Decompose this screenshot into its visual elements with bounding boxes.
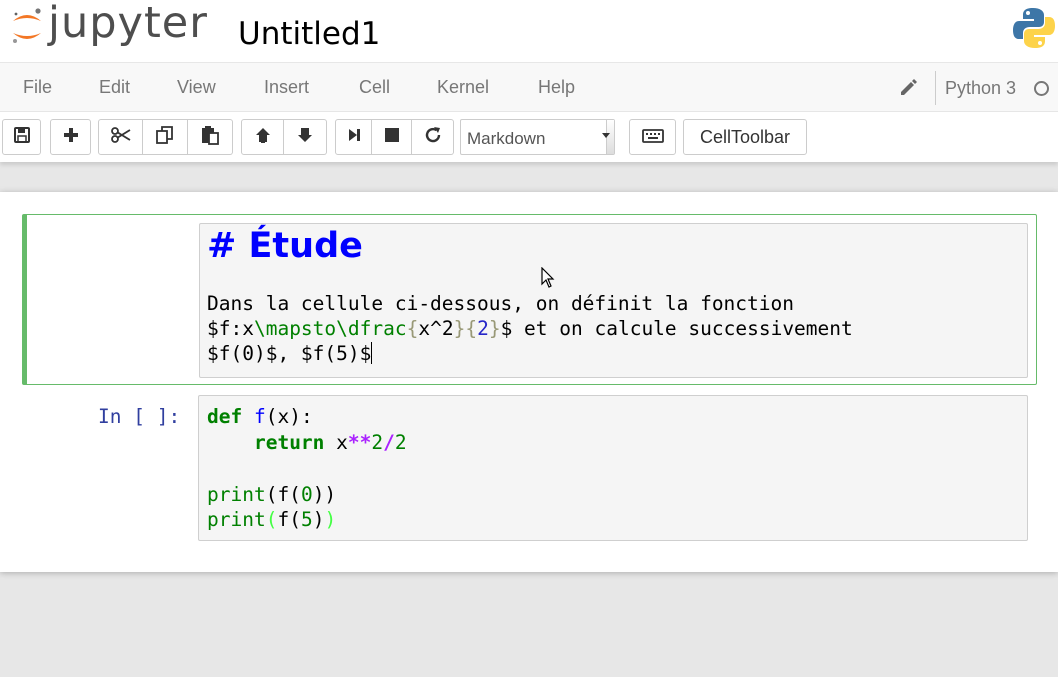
notebook-title[interactable]: Untitled1: [238, 16, 380, 52]
jupyter-logo-icon: [10, 5, 44, 49]
arrow-up-icon: [254, 126, 272, 149]
heading-text: Étude: [248, 226, 363, 266]
cell-type-value: Markdown: [467, 129, 546, 148]
header: jupyter Untitled1: [0, 0, 1058, 62]
code-line-1: def f(x):: [207, 405, 313, 428]
code-line-5: print(f(5)): [207, 508, 336, 531]
run-cell-button[interactable]: [335, 119, 372, 155]
menu-insert[interactable]: Insert: [264, 77, 309, 98]
copy-icon: [155, 125, 175, 150]
command-palette-button[interactable]: [629, 119, 676, 155]
toolbar: Markdown CellToolbar: [0, 112, 1058, 162]
kernel-name: Python 3: [945, 78, 1017, 98]
arrow-down-icon: [296, 126, 314, 149]
operator: /: [383, 431, 395, 454]
menu-view[interactable]: View: [177, 77, 216, 98]
menu-edit[interactable]: Edit: [99, 77, 130, 98]
mouse-pointer-icon: [541, 266, 555, 289]
code-text: )): [312, 483, 337, 506]
number: 5: [300, 508, 313, 531]
code-line-4: print(f(0)): [207, 483, 336, 506]
latex-number: 2: [477, 317, 489, 340]
save-icon: [13, 126, 31, 149]
menu-file[interactable]: File: [23, 77, 52, 98]
md-text: $f:x: [207, 317, 254, 340]
text-cursor: [371, 342, 373, 364]
paste-icon: [200, 125, 220, 150]
menu-cell[interactable]: Cell: [359, 77, 390, 98]
input-prompt: In [ ]:: [98, 405, 181, 428]
pencil-icon[interactable]: [898, 77, 918, 97]
notebook-container: # Étude Dans la cellule ci-dessous, on d…: [0, 192, 1058, 572]
code-line-2: return x**2/2: [207, 431, 407, 454]
insert-cell-button[interactable]: [50, 119, 91, 155]
markdown-text-line-1: Dans la cellule ci-dessous, on définit l…: [207, 292, 794, 315]
restart-kernel-button[interactable]: [412, 119, 454, 155]
caret-down-icon: [602, 133, 610, 138]
code-text: f(: [277, 508, 301, 531]
latex-brace: {: [406, 317, 419, 340]
number: 2: [394, 431, 407, 454]
logo-text: jupyter: [48, 0, 208, 48]
number: 2: [371, 431, 384, 454]
operator: **: [347, 431, 372, 454]
builtin: print: [207, 508, 266, 531]
matched-bracket: (: [265, 508, 278, 531]
menubar: File Edit View Insert Cell Kernel Help P…: [0, 62, 1058, 112]
refresh-icon: [424, 126, 442, 149]
step-forward-icon: [346, 127, 362, 148]
divider: [935, 71, 936, 105]
number: 0: [300, 483, 313, 506]
code-text: ): [312, 508, 325, 531]
markdown-heading-line: # Étude: [207, 226, 363, 266]
markdown-text-line-2: $f:x\mapsto\dfrac{x^2}{2}$ et on calcule…: [207, 317, 853, 340]
cut-button[interactable]: [98, 119, 143, 155]
cell-type-select[interactable]: Markdown: [460, 119, 615, 155]
md-text: $ et on calcule successivement: [500, 317, 853, 340]
heading-prefix: #: [207, 226, 249, 266]
latex-brace: }: [488, 317, 501, 340]
jupyter-logo[interactable]: jupyter: [10, 1, 208, 49]
code-text: (f(: [265, 483, 301, 506]
latex-brace: }{: [453, 317, 478, 340]
keyword: def: [207, 405, 243, 428]
interrupt-kernel-button[interactable]: [372, 119, 412, 155]
celltoolbar-button[interactable]: CellToolbar: [683, 119, 807, 155]
code-text: x: [324, 431, 348, 454]
stop-icon: [384, 127, 400, 148]
move-down-button[interactable]: [284, 119, 327, 155]
md-text: $f(0)$, $f(5)$: [207, 342, 372, 365]
paste-button[interactable]: [188, 119, 233, 155]
function-name: f: [253, 405, 266, 428]
python-logo-icon: [1012, 6, 1056, 50]
markdown-cell-editor[interactable]: # Étude Dans la cellule ci-dessous, on d…: [199, 223, 1028, 378]
move-up-button[interactable]: [241, 119, 284, 155]
keyboard-icon: [641, 127, 664, 148]
code-text: (x):: [265, 405, 313, 428]
save-button[interactable]: [2, 119, 41, 155]
keyword: return: [253, 431, 325, 454]
builtin: print: [207, 483, 266, 506]
matched-bracket: ): [324, 508, 337, 531]
menu-kernel[interactable]: Kernel: [437, 77, 489, 98]
code-cell-editor[interactable]: def f(x): return x**2/2 print(f(0)) prin…: [198, 395, 1028, 541]
cut-icon: [110, 126, 131, 149]
copy-button[interactable]: [143, 119, 188, 155]
markdown-text-line-3: $f(0)$, $f(5)$: [207, 342, 373, 365]
md-text: x^2: [418, 317, 454, 340]
kernel-idle-indicator-icon: [1034, 81, 1049, 96]
latex-command: \mapsto\dfrac: [253, 317, 407, 340]
plus-icon: [63, 127, 79, 148]
menu-help[interactable]: Help: [538, 77, 575, 98]
